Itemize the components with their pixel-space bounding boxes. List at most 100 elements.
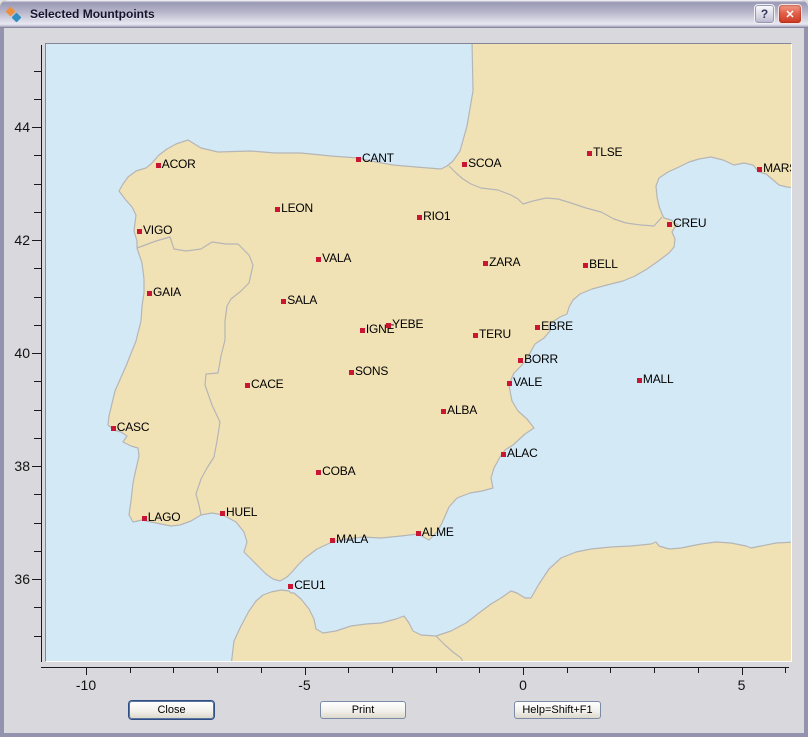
- station-label-HUEL: HUEL: [226, 506, 257, 519]
- landmass-north-africa: [231, 542, 791, 661]
- x-tick-3: [654, 668, 655, 673]
- station-marker-SONS: [349, 370, 354, 375]
- station-label-COBA: COBA: [322, 465, 355, 478]
- station-marker-VALE: [507, 381, 512, 386]
- station-marker-CACE: [245, 383, 250, 388]
- y-tick-43.5: [34, 155, 41, 156]
- station-label-CEU1: CEU1: [294, 579, 325, 592]
- station-marker-ALBA: [441, 409, 446, 414]
- y-tick-37: [34, 523, 41, 524]
- station-marker-BELL: [583, 263, 588, 268]
- y-tick-label-36: 36: [2, 571, 30, 587]
- station-marker-VALA: [316, 257, 321, 262]
- station-marker-ACOR: [156, 163, 161, 168]
- station-marker-CANT: [356, 157, 361, 162]
- y-tick-36.5: [34, 551, 41, 552]
- station-label-ALBA: ALBA: [447, 404, 477, 417]
- y-tick-44: [32, 127, 41, 128]
- y-tick-label-38: 38: [2, 458, 30, 474]
- x-tick-label-0: 0: [507, 677, 539, 693]
- y-tick-41.5: [34, 268, 41, 269]
- x-tick--7: [217, 668, 218, 673]
- x-tick-1: [567, 668, 568, 673]
- station-marker-ALME: [416, 531, 421, 536]
- station-marker-TERU: [473, 333, 478, 338]
- station-label-TLSE: TLSE: [593, 146, 622, 159]
- station-label-ACOR: ACOR: [162, 158, 196, 171]
- station-label-ZARA: ZARA: [489, 256, 520, 269]
- station-label-ALME: ALME: [422, 526, 454, 539]
- station-label-EBRE: EBRE: [541, 320, 573, 333]
- x-tick--10: [86, 668, 87, 675]
- y-tick-label-40: 40: [2, 345, 30, 361]
- close-button[interactable]: Close: [129, 701, 214, 719]
- station-marker-SCOA: [462, 162, 467, 167]
- station-marker-RIO1: [417, 215, 422, 220]
- y-axis-line: [41, 45, 42, 662]
- x-tick-4: [698, 668, 699, 673]
- x-tick--8: [173, 668, 174, 673]
- station-label-LAGO: LAGO: [148, 511, 181, 524]
- y-tick-36: [32, 579, 41, 580]
- print-button[interactable]: Print: [320, 701, 406, 719]
- x-tick-label--10: -10: [70, 677, 102, 693]
- station-label-MALA: MALA: [336, 533, 368, 546]
- titlebar-close-button[interactable]: ✕: [778, 4, 802, 24]
- help-button[interactable]: Help=Shift+F1: [514, 701, 601, 719]
- station-marker-CASC: [111, 426, 116, 431]
- station-label-VALE: VALE: [513, 376, 542, 389]
- station-label-CACE: CACE: [251, 378, 284, 391]
- window-title: Selected Mountpoints: [30, 7, 751, 21]
- station-marker-SALA: [281, 299, 286, 304]
- x-tick--6: [261, 668, 262, 673]
- selected-mountpoints-dialog: Selected Mountpoints ? ✕ ACORCANTSCOATLS…: [0, 0, 808, 737]
- x-tick--1: [479, 668, 480, 673]
- station-marker-LAGO: [142, 516, 147, 521]
- station-label-CASC: CASC: [117, 421, 150, 434]
- station-label-CANT: CANT: [362, 152, 394, 165]
- app-icon: [6, 6, 23, 23]
- station-marker-MALA: [330, 538, 335, 543]
- station-label-GAIA: GAIA: [153, 286, 181, 299]
- station-marker-VIGO: [137, 229, 142, 234]
- x-tick-5: [742, 668, 743, 675]
- station-marker-YEBE: [386, 323, 391, 328]
- y-tick-43: [34, 184, 41, 185]
- x-axis-line: [41, 667, 789, 668]
- station-label-RIO1: RIO1: [423, 210, 450, 223]
- titlebar[interactable]: Selected Mountpoints ? ✕: [0, 0, 808, 28]
- landmass-iberia-france: [108, 44, 791, 581]
- y-tick-37.5: [34, 494, 41, 495]
- station-label-LEON: LEON: [281, 202, 313, 215]
- station-label-CREU: CREU: [673, 217, 706, 230]
- station-marker-MALL: [637, 378, 642, 383]
- y-tick-41: [34, 297, 41, 298]
- x-tick--4: [348, 668, 349, 673]
- station-marker-CREU: [667, 222, 672, 227]
- x-tick-0: [523, 668, 524, 675]
- station-marker-LEON: [275, 207, 280, 212]
- station-marker-MARS: [757, 167, 762, 172]
- y-tick-label-44: 44: [2, 119, 30, 135]
- station-label-BORR: BORR: [524, 353, 558, 366]
- x-tick--3: [392, 668, 393, 673]
- station-label-BELL: BELL: [589, 258, 618, 271]
- x-tick-2: [610, 668, 611, 673]
- map-geography: [46, 44, 791, 661]
- station-marker-ALAC: [501, 452, 506, 457]
- y-tick-35.5: [34, 607, 41, 608]
- x-tick-label--5: -5: [289, 677, 321, 693]
- station-label-VALA: VALA: [322, 252, 351, 265]
- station-marker-GAIA: [147, 291, 152, 296]
- station-marker-EBRE: [535, 325, 540, 330]
- titlebar-help-button[interactable]: ?: [754, 4, 775, 24]
- y-tick-45: [34, 71, 41, 72]
- station-label-MALL: MALL: [643, 373, 674, 386]
- y-tick-42: [32, 240, 41, 241]
- y-tick-35: [34, 636, 41, 637]
- y-tick-40: [32, 353, 41, 354]
- station-marker-IGNE: [360, 328, 365, 333]
- y-tick-40.5: [34, 325, 41, 326]
- y-tick-39: [34, 410, 41, 411]
- station-label-SALA: SALA: [287, 294, 317, 307]
